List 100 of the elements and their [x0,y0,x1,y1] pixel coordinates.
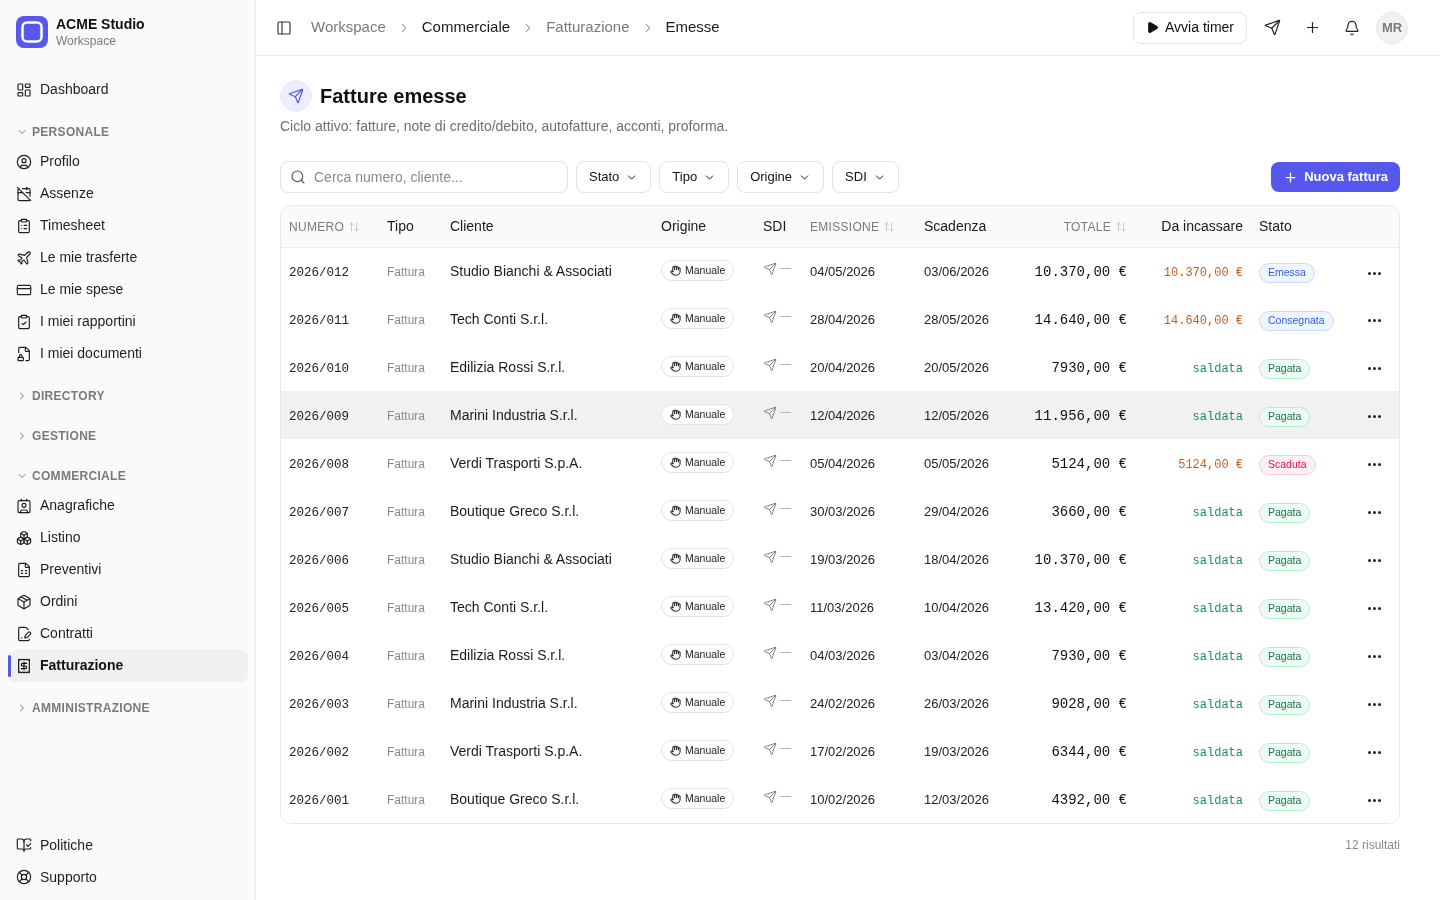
page-subtitle: Ciclo attivo: fatture, note di credito/debito, autofatture, acconti, proforma. [280,117,730,136]
paper-plane-icon [763,550,777,564]
more-icon [1367,703,1381,707]
sdi-status: — [780,547,791,563]
sort-header[interactable]: TOTALE [1063,218,1127,237]
sidebar-item[interactable]: Timesheet [8,209,248,242]
sidebar-item[interactable]: Dashboard [8,73,248,106]
paper-plane-icon [763,790,777,804]
clipboard-check-icon [16,313,32,330]
outstanding-amount: saldata [1192,410,1243,424]
status-badge: Pagata [1259,598,1311,619]
client-name: Studio Bianchi & Associati [450,263,612,280]
due-date: 10/04/2026 [924,600,990,615]
paper-plane-icon [763,646,777,660]
hand-icon [670,745,681,756]
receipt-icon [16,657,32,674]
plus-icon [1283,169,1299,185]
sidebar-item[interactable]: Supporto [8,861,248,893]
invoice-number: 2026/009 [289,410,349,424]
result-count: 12 risultati [1345,837,1400,854]
file-lock-icon [16,345,32,362]
section-header[interactable]: GESTIONE [8,421,248,450]
user-avatar[interactable]: MR [1376,11,1408,44]
invoice-number: 2026/001 [289,794,349,808]
sdi-status: — [780,307,791,323]
more-icon [1367,607,1381,611]
invoice-type: Fattura [387,793,425,807]
sidebar-item[interactable]: Ordini [8,585,248,618]
sidebar-item[interactable]: Le mie trasferte [8,241,248,274]
more-icon [1367,751,1381,755]
bell-icon [1344,19,1360,36]
package-icon [16,593,32,610]
paper-plane-icon [763,262,777,277]
section-header[interactable]: COMMERCIALE [8,461,248,490]
origin-label: Manuale [685,790,726,806]
total-amount: 10.370,00 € [1034,552,1127,568]
sidebar-item[interactable]: Preventivi [8,553,248,586]
column-header: Scadenza [924,218,987,235]
section-header[interactable]: PERSONALE [8,117,248,146]
sidebar-item[interactable]: Politiche [8,829,248,861]
start-timer-button[interactable]: Avvia timer [1133,11,1247,44]
filter-dropdown[interactable]: Tipo [659,161,730,193]
total-amount: 10.370,00 € [1034,264,1127,281]
origin-label: Manuale [685,742,726,758]
play-icon [1146,21,1159,34]
total-amount: 7930,00 € [1051,360,1127,376]
sort-header[interactable]: EMISSIONE [810,218,896,237]
search-icon [290,169,306,185]
search-field[interactable]: Cerca numero, cliente... [280,161,568,193]
outstanding-amount: saldata [1192,698,1243,712]
client-name: Marini Industria S.r.l. [450,695,578,711]
origin-label: Manuale [685,598,726,614]
status-badge: Pagata [1259,646,1311,667]
paper-plane-icon [763,742,777,756]
total-amount: 14.640,00 € [1034,312,1127,328]
client-name: Verdi Trasporti S.p.A. [450,743,583,759]
total-amount: 7930,00 € [1051,648,1127,664]
sidebar-item[interactable]: I miei rapportini [8,305,248,338]
invoice-type: Fattura [387,505,425,519]
breadcrumb-link[interactable]: Fatturazione [546,16,630,39]
sidebar-item[interactable]: I miei documenti [8,337,248,370]
life-buoy-icon [16,869,32,885]
paper-plane-icon [763,406,777,420]
calendar-off-icon [16,185,32,202]
invoice-number: 2026/011 [289,314,349,328]
breadcrumb-link[interactable]: Workspace [311,16,386,39]
issue-date: 19/03/2026 [810,552,876,567]
sort-header[interactable]: NUMERO [289,218,361,237]
sidebar-item[interactable]: Assenze [8,177,248,210]
hand-icon [670,505,681,516]
new-invoice-button[interactable]: Nuova fattura [1271,162,1400,192]
status-badge: Pagata [1259,358,1311,379]
due-date: 03/06/2026 [924,264,990,280]
invoice-number: 2026/010 [289,362,349,376]
sidebar-item[interactable]: Fatturazione [8,649,248,682]
client-name: Marini Industria S.r.l. [450,407,578,423]
total-amount: 4392,00 € [1051,792,1127,808]
more-icon [1367,463,1381,467]
workspace-subtitle: Workspace [56,33,117,49]
filter-dropdown[interactable]: SDI [832,161,899,193]
active-indicator-icon [8,654,11,677]
issue-date: 17/02/2026 [810,744,876,759]
invoice-type: Fattura [387,409,425,423]
paper-plane-icon [763,694,777,708]
clipboard-list-icon [16,217,32,234]
sidebar-item[interactable]: Contratti [8,617,248,650]
status-badge: Pagata [1259,406,1311,427]
outstanding-amount: 5124,00 € [1178,458,1243,472]
sidebar-item[interactable]: Le mie spese [8,273,248,306]
sidebar-item[interactable]: Listino [8,521,248,554]
sort-arrows-icon [348,221,361,234]
section-header[interactable]: DIRECTORY [8,381,248,410]
status-badge: Pagata [1259,742,1311,763]
total-amount: 13.420,00 € [1034,600,1127,616]
sidebar-item[interactable]: Anagrafiche [8,489,248,522]
section-header[interactable]: AMMINISTRAZIONE [8,693,248,722]
sidebar-item[interactable]: Profilo [8,145,248,178]
filter-dropdown[interactable]: Origine [737,161,825,193]
paper-plane-icon [763,310,777,324]
filter-dropdown[interactable]: Stato [576,161,652,193]
